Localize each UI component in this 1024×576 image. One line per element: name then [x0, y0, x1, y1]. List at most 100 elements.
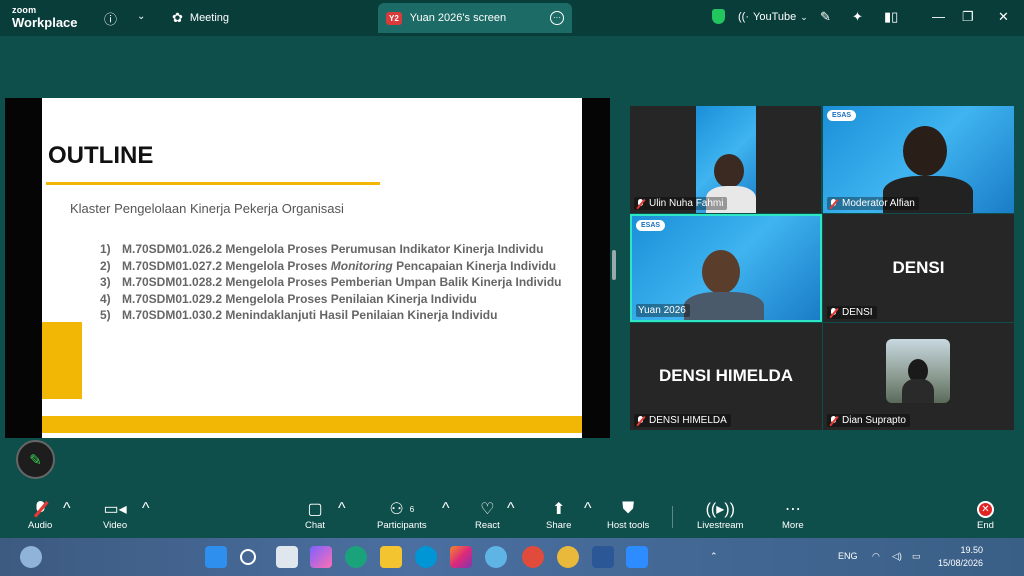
meeting-icon: ✿	[172, 10, 183, 25]
yellow-accent-block	[42, 322, 82, 399]
audio-button[interactable]: Audio	[28, 498, 52, 531]
chrome-icon[interactable]	[522, 546, 544, 568]
toolbar-divider	[672, 506, 673, 528]
screen-tab-badge: Y2	[386, 11, 402, 25]
search-icon[interactable]	[240, 549, 256, 565]
participants-options-chevron-icon[interactable]: ^	[442, 500, 450, 518]
video-tile-moderator[interactable]: ESAS Moderator Alfian	[823, 106, 1014, 213]
instagram-icon[interactable]	[450, 546, 472, 568]
annotate-pencil-button[interactable]: ✎	[16, 440, 55, 479]
close-icon[interactable]: ✕	[998, 9, 1009, 25]
logo-large-text: Workplace	[12, 15, 78, 30]
video-tile-dian[interactable]: Dian Suprapto	[823, 323, 1014, 430]
chevron-down-icon[interactable]: ⌄	[137, 11, 145, 22]
layout-icon[interactable]: ▮▯	[884, 9, 898, 25]
word-icon[interactable]	[592, 546, 614, 568]
shield-icon: ⛊	[622, 500, 635, 517]
video-options-chevron-icon[interactable]: ^	[142, 500, 150, 518]
react-options-chevron-icon[interactable]: ^	[507, 500, 515, 518]
video-tile-yuan[interactable]: ESAS Yuan 2026	[630, 214, 822, 322]
video-tile-densi[interactable]: DENSI DENSI	[823, 214, 1014, 322]
share-options-chevron-icon[interactable]: ^	[584, 500, 592, 518]
meeting-tab[interactable]: ✿ Meeting	[172, 10, 229, 26]
weather-icon[interactable]	[20, 546, 42, 568]
item-text: M.70SDM01.026.2 Mengelola Proses Perumus…	[122, 241, 543, 258]
share-button[interactable]: ⬆ Share	[546, 498, 571, 531]
livestream-youtube-indicator[interactable]: ((· YouTube ⌄	[738, 11, 808, 23]
info-icon[interactable]: ⓘ	[104, 9, 117, 28]
clock-date: 15/08/2026	[938, 558, 984, 568]
participant-name-tag: DENSI HIMELDA	[634, 414, 731, 427]
language-indicator[interactable]: ENG	[838, 551, 858, 561]
more-options-icon[interactable]: ···	[550, 11, 564, 25]
sparkle-icon[interactable]: ✦	[852, 9, 863, 25]
battery-icon[interactable]: ▭	[912, 551, 921, 562]
end-button[interactable]: ✕ End	[977, 498, 994, 531]
minimize-icon[interactable]: —	[932, 9, 945, 24]
chat-button[interactable]: ▢ Chat	[305, 498, 325, 531]
broadcast-icon: ((·	[738, 11, 749, 23]
system-clock[interactable]: 19.50 15/08/2026	[938, 544, 983, 570]
list-item: 2) M.70SDM01.027.2 Mengelola Proses Monit…	[100, 258, 570, 275]
video-label: Video	[103, 520, 128, 531]
participant-name-tag: Moderator Alfian	[827, 197, 919, 210]
tray-chevron-icon[interactable]: ⌃	[710, 551, 718, 562]
participant-body	[684, 292, 764, 320]
host-tools-button[interactable]: ⛊ Host tools	[607, 498, 649, 531]
participant-name-tag: Dian Suprapto	[827, 414, 910, 427]
security-shield-icon[interactable]	[712, 9, 725, 24]
participant-face	[903, 126, 947, 176]
livestream-button[interactable]: ((▸)) Livestream	[697, 498, 743, 531]
mic-muted-icon	[829, 198, 838, 209]
chat-bubble-icon: ▢	[307, 501, 323, 518]
meeting-toolbar: Audio ^ ▭◂ Video ^ ▢ Chat ^ ⚇ 6 Participa…	[0, 496, 1024, 536]
item-number: 5)	[100, 308, 111, 322]
video-tile-ulin[interactable]: Ulin Nuha Fahmi	[630, 106, 821, 213]
item-text-main: M.70SDM01.026.2 Mengelola Proses Perumus…	[122, 242, 544, 256]
copilot-icon[interactable]	[310, 546, 332, 568]
chat-options-chevron-icon[interactable]: ^	[338, 500, 346, 518]
audio-options-chevron-icon[interactable]: ^	[63, 500, 71, 518]
slide-title: OUTLINE	[48, 142, 154, 169]
more-button[interactable]: ⋯ More	[782, 498, 804, 531]
wifi-icon[interactable]: ◠	[872, 551, 880, 562]
esas-logo: ESAS	[827, 110, 857, 121]
windows-start-icon[interactable]	[205, 546, 227, 568]
participant-face	[702, 250, 740, 294]
participant-face	[714, 154, 744, 188]
participants-label: Participants	[377, 520, 427, 531]
video-button[interactable]: ▭◂ Video	[103, 498, 127, 531]
heart-icon: ♡	[480, 501, 495, 518]
audio-label: Audio	[28, 520, 53, 531]
edge-icon[interactable]	[345, 546, 367, 568]
participants-button[interactable]: ⚇ 6 Participants	[377, 498, 427, 531]
file-explorer-icon[interactable]	[380, 546, 402, 568]
zoom-taskbar-icon[interactable]	[626, 546, 648, 568]
video-tile-densi-himelda[interactable]: DENSI HIMELDA DENSI HIMELDA	[630, 323, 822, 430]
splitter-handle[interactable]	[612, 250, 616, 280]
share-screen-icon: ⬆	[551, 501, 566, 518]
mic-muted-icon	[829, 415, 838, 426]
slide-subtitle: Klaster Pengelolaan Kinerja Pekerja Orga…	[70, 201, 344, 216]
share-label: Share	[546, 520, 572, 531]
participant-name-tag: Ulin Nuha Fahmi	[634, 197, 728, 210]
participant-name: DENSI HIMELDA	[649, 415, 727, 426]
participant-display-name: DENSI HIMELDA	[658, 366, 794, 385]
chat-label: Chat	[305, 520, 326, 531]
pen-annotate-icon[interactable]: ✎	[820, 9, 831, 25]
screen-share-tab[interactable]: Y2 Yuan 2026's screen ···	[378, 3, 572, 33]
restore-icon[interactable]: ❐	[962, 9, 974, 25]
participants-icon: ⚇ 6	[389, 501, 415, 518]
task-view-icon[interactable]	[276, 546, 298, 568]
shared-screen: OUTLINE Klaster Pengelolaan Kinerja Peke…	[5, 98, 610, 438]
profile-figure-body	[902, 379, 934, 403]
app-icon[interactable]	[485, 546, 507, 568]
participant-display-name: DENSI	[892, 258, 945, 277]
volume-icon[interactable]: ◁)	[892, 551, 902, 562]
react-button[interactable]: ♡ React	[475, 498, 500, 531]
esas-logo: ESAS	[636, 220, 666, 231]
screen-tab-label: Yuan 2026's screen	[409, 12, 507, 24]
item-text: M.70SDM01.030.2 Menindaklanjuti Hasil Pe…	[122, 307, 497, 324]
chrome-profile-icon[interactable]	[557, 546, 579, 568]
hp-icon[interactable]	[415, 546, 437, 568]
